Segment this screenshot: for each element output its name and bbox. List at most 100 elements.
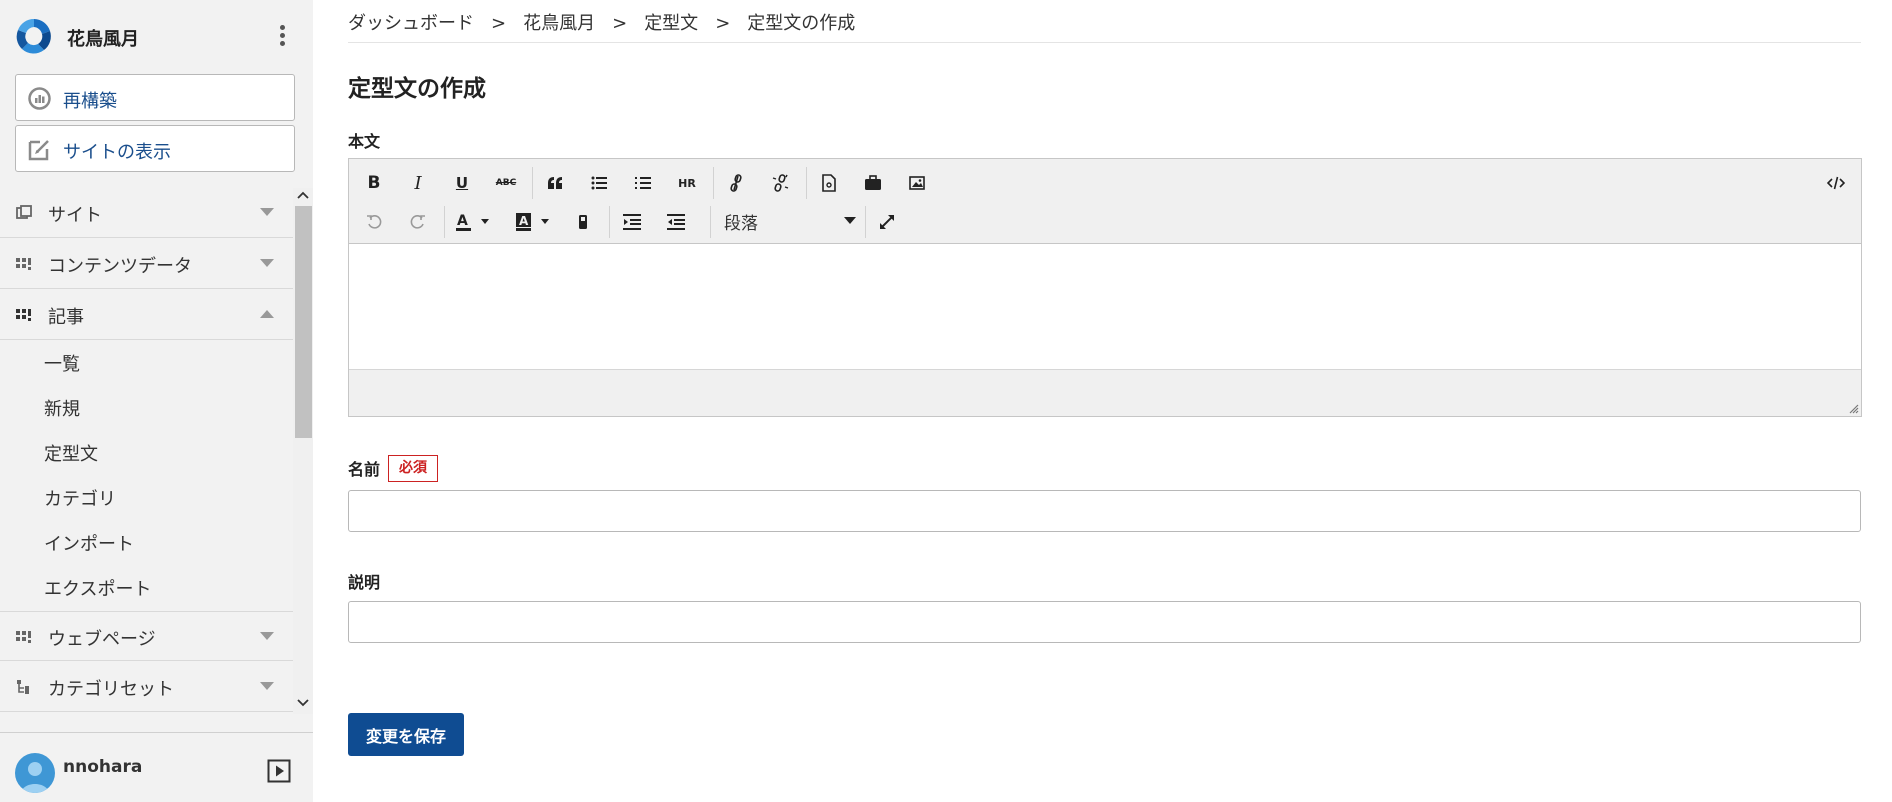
description-input[interactable] (348, 601, 1861, 643)
scroll-up-icon[interactable] (295, 188, 311, 204)
sidebar-footer: nnohara (0, 732, 313, 802)
category-set-icon (16, 679, 32, 695)
bold-icon[interactable]: B (358, 168, 390, 198)
breadcrumb-separator: > (491, 13, 507, 34)
avatar[interactable] (15, 753, 55, 793)
breadcrumb-dashboard[interactable]: ダッシュボード (348, 13, 474, 34)
required-badge: 必須 (388, 455, 438, 482)
page-title: 定型文の作成 (348, 76, 486, 102)
editor-content-area[interactable] (349, 245, 1861, 369)
paragraph-format-select[interactable]: 段落 (724, 205, 864, 235)
fullscreen-icon[interactable] (871, 207, 903, 237)
unlink-icon[interactable] (764, 168, 796, 198)
insert-file-icon[interactable] (813, 168, 845, 198)
breadcrumb-boilerplate[interactable]: 定型文 (644, 13, 698, 34)
background-color-icon[interactable]: A (511, 207, 559, 237)
sidebar-item-label: カテゴリセット (48, 679, 174, 700)
sidebar-item-label: コンテンツデータ (48, 256, 192, 277)
blockquote-icon[interactable] (539, 168, 571, 198)
save-button[interactable]: 変更を保存 (348, 713, 464, 756)
editor-statusbar (349, 369, 1861, 416)
outdent-icon[interactable] (660, 207, 692, 237)
collapse-sidebar-icon[interactable] (267, 759, 291, 783)
breadcrumb-site[interactable]: 花鳥風月 (523, 13, 595, 34)
chevron-up-icon (260, 310, 274, 319)
breadcrumb-current: 定型文の作成 (747, 13, 856, 34)
indent-icon[interactable] (616, 207, 648, 237)
name-label: 名前 (348, 460, 381, 479)
undo-icon[interactable] (358, 207, 390, 237)
divider (348, 42, 1861, 43)
svg-text:A: A (457, 213, 468, 229)
strikethrough-icon[interactable]: ABC (490, 168, 522, 198)
sidebar-subitem-import[interactable]: インポート (44, 530, 134, 556)
toolbar-separator (444, 206, 445, 238)
editor-toolbar: B I U ABC HR A A 段落 (349, 159, 1861, 244)
italic-icon[interactable]: I (402, 168, 434, 198)
content-data-icon (16, 256, 32, 272)
external-edit-icon (27, 137, 52, 162)
sidebar-item-entry[interactable]: 記事 (0, 290, 293, 340)
rich-text-editor: B I U ABC HR A A 段落 (348, 158, 1862, 417)
remove-format-icon[interactable] (567, 207, 599, 237)
name-input[interactable] (348, 490, 1861, 532)
sidebar-subitem-boilerplate[interactable]: 定型文 (44, 440, 98, 466)
bullet-list-icon[interactable] (583, 168, 615, 198)
toolbar-separator (713, 167, 714, 199)
toolbar-separator (710, 206, 711, 238)
insert-image-icon[interactable] (901, 168, 933, 198)
underline-icon[interactable]: U (446, 168, 478, 198)
svg-text:A: A (519, 214, 529, 228)
view-site-button[interactable]: サイトの表示 (15, 125, 295, 172)
sidebar-item-content-data[interactable]: コンテンツデータ (0, 239, 293, 289)
sidebar-item-label: ウェブページ (48, 629, 156, 650)
numbered-list-icon[interactable] (627, 168, 659, 198)
scrollbar-thumb[interactable] (295, 206, 312, 438)
entry-icon (16, 307, 32, 323)
chevron-down-icon (844, 217, 856, 224)
resize-handle-icon[interactable] (1847, 402, 1859, 414)
breadcrumb-separator: > (612, 13, 628, 34)
breadcrumb: ダッシュボード > 花鳥風月 > 定型文 > 定型文の作成 (348, 9, 855, 35)
user-name: nnohara (63, 757, 143, 777)
text-color-icon[interactable]: A (451, 207, 499, 237)
toolbar-separator (609, 206, 610, 238)
site-icon (16, 205, 32, 221)
redo-icon[interactable] (402, 207, 434, 237)
sidebar-item-site[interactable]: サイト (0, 188, 293, 238)
sidebar-scrollbar[interactable] (293, 188, 313, 714)
sidebar-subitem-list[interactable]: 一覧 (44, 350, 80, 376)
sidebar-item-category-set[interactable]: カテゴリセット (0, 662, 293, 712)
format-select-value: 段落 (724, 214, 758, 234)
toolbar-separator (532, 167, 533, 199)
site-name: 花鳥風月 (67, 29, 139, 50)
body-label: 本文 (348, 132, 381, 151)
description-label: 説明 (348, 573, 381, 592)
breadcrumb-separator: > (715, 13, 731, 34)
toolbar-separator (865, 206, 866, 238)
sidebar-item-label: 記事 (48, 307, 84, 328)
rebuild-icon (27, 86, 52, 111)
horizontal-rule-icon[interactable]: HR (671, 168, 703, 198)
scroll-down-icon[interactable] (295, 694, 311, 710)
main-content: ダッシュボード > 花鳥風月 > 定型文 > 定型文の作成 定型文の作成 本文 B I U … (313, 0, 1892, 802)
chevron-down-icon (260, 259, 274, 268)
sidebar-item-label: サイト (48, 205, 102, 226)
sidebar-subitem-export[interactable]: エクスポート (44, 575, 151, 601)
link-icon[interactable] (720, 168, 752, 198)
sidebar: 花鳥風月 再構築 サイトの表示 サイト コンテンツデータ 記事 一覧 新規 定型… (0, 0, 313, 802)
view-site-label: サイトの表示 (63, 142, 171, 163)
site-logo-icon[interactable] (14, 16, 54, 56)
more-menu-icon[interactable] (272, 22, 292, 50)
chevron-down-icon (260, 682, 274, 691)
source-code-icon[interactable] (1820, 168, 1852, 198)
sidebar-subitem-new[interactable]: 新規 (44, 395, 80, 421)
sidebar-item-webpage[interactable]: ウェブページ (0, 611, 293, 661)
sidebar-subitem-category[interactable]: カテゴリ (44, 485, 116, 511)
sidebar-header: 花鳥風月 (0, 0, 313, 72)
chevron-down-icon (260, 208, 274, 217)
insert-asset-icon[interactable] (857, 168, 889, 198)
rebuild-button[interactable]: 再構築 (15, 74, 295, 121)
sidebar-nav: サイト コンテンツデータ 記事 一覧 新規 定型文 カテゴリ インポート エクス… (0, 188, 293, 714)
chevron-down-icon (260, 632, 274, 641)
